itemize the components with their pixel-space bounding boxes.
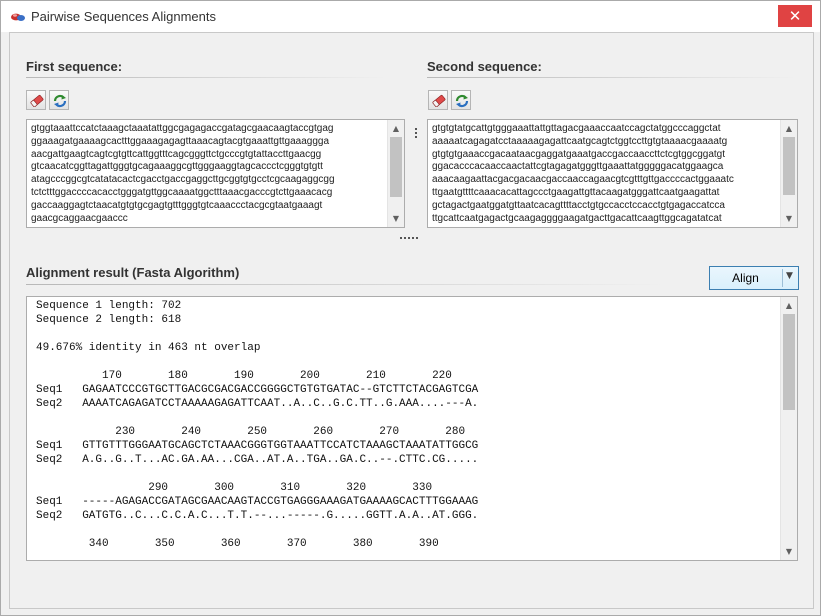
result-text-line: 170 180 190 200 210 220: [36, 370, 452, 382]
alignment-result-divider: [26, 284, 666, 285]
second-sequence-scrollbar[interactable]: ▲ ▼: [780, 120, 797, 227]
eraser-icon: [30, 94, 44, 108]
result-text-line: [36, 467, 478, 481]
result-text-line: Seq2 A.G..G..T...AC.GA.AA...CGA..AT.A..T…: [36, 454, 479, 466]
second-sequence-label: Second sequence:: [427, 59, 542, 74]
scrollbar-thumb[interactable]: [390, 137, 402, 197]
first-text-line: gtggtaaattccatctaaagctaaatattggcgagagacc…: [31, 123, 334, 134]
second-sequence-divider: [427, 77, 797, 78]
align-button[interactable]: Align ▼: [709, 266, 799, 290]
result-text-line: Seq1 GTTGTTTGGGAATGCAGCTCTAAACGGGTGGTAAA…: [36, 440, 479, 452]
first-text-line: atagcccggcgtcatatacactcgacctgaccgaggcttg…: [31, 174, 335, 186]
first-text-line: ggaaagatgaaaagcactttggaaagagagttaaacagta…: [31, 135, 330, 147]
result-text-line: 340 350 360 370 380 390: [36, 538, 439, 550]
result-text-line: Seq2 AAAATCAGAGATCCTAAAAAGAGATTCAAT..A..…: [36, 398, 479, 410]
result-text-line: Seq2 GATGTG..C...C.C.A.C...T.T.--...----…: [36, 510, 479, 522]
first-sequence-scrollbar[interactable]: ▲ ▼: [387, 120, 404, 227]
alignment-window: Pairwise Sequences Alignments ✕ First se…: [0, 0, 821, 616]
scroll-down-icon[interactable]: ▼: [388, 210, 404, 227]
result-text-line: 290 300 310 320 330: [36, 482, 433, 494]
result-text-line: Seq1 GAGAATCCCGTGCTTGACGCGACGACCGGGGCTGT…: [36, 384, 479, 396]
chevron-down-icon[interactable]: ▼: [786, 271, 796, 281]
second-text-line: aaacaagaattacgacgacaacgaccaaccagaacgtcgt…: [432, 174, 734, 186]
sequence-logo-icon: [11, 13, 25, 21]
second-swap-button[interactable]: [451, 90, 471, 110]
second-sequence-text[interactable]: gtgtgtatgcattgtgggaaattattgttagacgaaacca…: [432, 123, 734, 225]
result-text-line: Seq1 -----AGAGACCGATAGCGAACAAGTACCGTGAGG…: [36, 496, 479, 508]
first-text-line: gaccaaggagtctaacatgtgtgcgagtgtttgggtgtca…: [31, 199, 323, 211]
scroll-up-icon[interactable]: ▲: [388, 120, 404, 137]
result-text-line: [36, 355, 478, 369]
alignment-result-output[interactable]: Sequence 1 length: 702 Sequence 2 length:…: [26, 296, 798, 561]
second-text-line: aaaaatcagagatcctaaaaagagattcaatgcagtctgg…: [432, 135, 728, 147]
second-text-line: gctagactgaatggatgttaatcacagttttacctgtgcc…: [432, 199, 725, 211]
eraser-icon: [432, 94, 446, 108]
scrollbar-thumb[interactable]: [783, 314, 795, 410]
first-swap-button[interactable]: [49, 90, 69, 110]
scrollbar-thumb[interactable]: [783, 137, 795, 195]
second-text-line: ggacacccacaaccaactattcgtagagatgggttgaaat…: [432, 161, 724, 173]
first-text-line: gaacgcaggaacgaaccc: [31, 212, 128, 224]
scroll-up-icon[interactable]: ▲: [781, 297, 797, 314]
refresh-icon: [455, 94, 469, 108]
second-text-line: gtgtgtatgcattgtgggaaattattgttagacgaaacca…: [432, 123, 721, 134]
align-button-label[interactable]: Align: [710, 271, 781, 285]
first-text-line: gtcaacatcggttagattgggtgcagaaaggcgttgggaa…: [31, 161, 323, 173]
result-text-line: 230 240 250 260 270 280: [36, 426, 466, 438]
second-text-line: gtgtgtgaaaccgacaataacgaggatgaaatgaccgacc…: [432, 148, 725, 160]
result-text-line: [36, 411, 478, 425]
first-clear-button[interactable]: [26, 90, 46, 110]
window-title: Pairwise Sequences Alignments: [31, 9, 216, 24]
first-text-line: aacgattgaagtcagtcgtgttcattggtttcagcgggtt…: [31, 148, 322, 160]
scroll-down-icon[interactable]: ▼: [781, 543, 797, 560]
result-text-line: [36, 523, 478, 537]
second-clear-button[interactable]: [428, 90, 448, 110]
alignment-result-text: Sequence 1 length: 702 Sequence 2 length:…: [36, 299, 478, 551]
result-text-line: 49.676% identity in 463 nt overlap: [36, 342, 261, 354]
first-sequence-divider: [26, 77, 386, 78]
first-text-line: tctctttggaccccacacctgggatgttggcaaaatggct…: [31, 186, 333, 198]
scroll-down-icon[interactable]: ▼: [781, 210, 797, 227]
scroll-up-icon[interactable]: ▲: [781, 120, 797, 137]
first-sequence-input[interactable]: gtggtaaattccatctaaagctaaatattggcgagagacc…: [26, 119, 405, 228]
title-bar: Pairwise Sequences Alignments ✕: [1, 1, 820, 32]
close-button[interactable]: ✕: [778, 5, 812, 27]
align-button-separator: [782, 269, 783, 287]
second-text-line: ttgcattcaatgagactgcaagaggggaagatgacttgac…: [432, 212, 722, 224]
horizontal-splitter-icon[interactable]: [400, 237, 422, 245]
result-text-line: [36, 327, 478, 341]
first-sequence-label: First sequence:: [26, 59, 123, 74]
result-scrollbar[interactable]: ▲ ▼: [780, 297, 797, 560]
refresh-icon: [53, 94, 67, 108]
first-sequence-text[interactable]: gtggtaaattccatctaaagctaaatattggcgagagacc…: [31, 123, 335, 225]
second-sequence-input[interactable]: gtgtgtatgcattgtgggaaattattgttagacgaaacca…: [427, 119, 798, 228]
alignment-result-label: Alignment result (Fasta Algorithm): [26, 265, 240, 280]
second-text-line: ttgaatgttttcaaacacattagccctgaagattgttaca…: [432, 186, 720, 198]
result-text-line: Sequence 1 length: 702: [36, 300, 182, 312]
vertical-splitter-icon[interactable]: [414, 127, 418, 143]
result-text-line: Sequence 2 length: 618: [36, 314, 182, 326]
